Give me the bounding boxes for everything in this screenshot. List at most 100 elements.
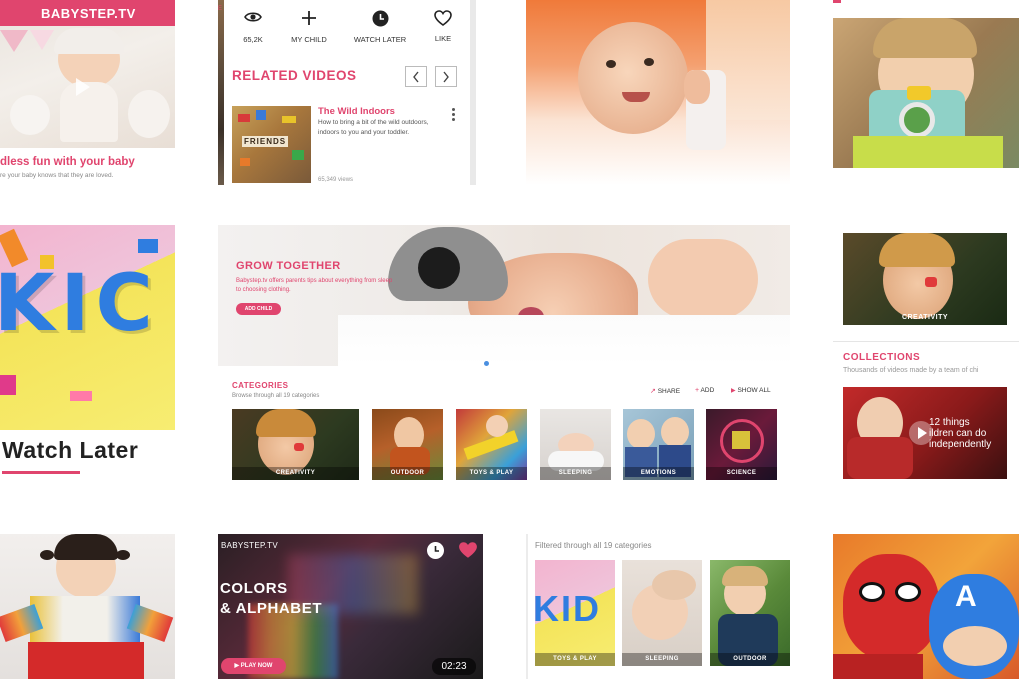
like-icon[interactable] — [458, 541, 478, 564]
tile-caption: dless fun with your baby — [0, 156, 135, 168]
related-video-views: 65,349 views — [318, 177, 354, 183]
baby-hat-photo — [0, 0, 175, 148]
plus-icon — [302, 11, 316, 25]
recommended-label: TOYS & PLAY — [535, 653, 615, 666]
collection-video[interactable]: 12 things ildren can do independently — [843, 387, 1007, 479]
add-icon: + — [695, 387, 700, 394]
recommended-toys-play[interactable]: KID TOYS & PLAY — [535, 560, 615, 666]
category-label: EMOTIONS — [623, 467, 694, 480]
share-link[interactable]: ↗ SHARE — [650, 387, 680, 395]
add-link[interactable]: + ADD — [695, 387, 714, 394]
player-brand: BABYSTEP.TV — [221, 541, 278, 550]
categories-subtitle: Browse through all 19 categories — [232, 393, 320, 399]
category-toys-play[interactable]: TOYS & PLAY — [456, 409, 527, 480]
creativity-card[interactable]: CREATIVITY — [843, 233, 1007, 325]
recommended-letters: KID — [535, 588, 601, 629]
carousel-dots[interactable] — [484, 353, 516, 371]
left-thumb-strip — [218, 0, 224, 185]
tile-watch-later: KIC Watch Later — [0, 225, 175, 485]
tile-baby-peeking — [526, 0, 790, 185]
action-views-label: 65,2K — [243, 35, 263, 44]
spiderman-mask — [843, 554, 939, 660]
video-duration: 02:23 — [432, 658, 476, 675]
recommended-label: OUTDOOR — [710, 653, 790, 666]
hero-title: GROW TOGETHER — [236, 260, 341, 272]
watch-later-underline — [2, 471, 80, 474]
category-emotions[interactable]: EMOTIONS — [623, 409, 694, 480]
heart-icon — [459, 542, 477, 558]
panel-border — [470, 0, 476, 185]
collections-title: COLLECTIONS — [843, 352, 921, 363]
category-label: OUTDOOR — [372, 467, 443, 480]
category-label: SLEEPING — [540, 467, 611, 480]
play-now-button[interactable]: ▶ PLAY NOW — [221, 658, 286, 674]
show-all-label: SHOW ALL — [737, 387, 771, 394]
lego-letters: KIC — [0, 259, 159, 349]
categories-title: CATEGORIES — [232, 381, 289, 390]
clock-icon — [372, 10, 388, 27]
related-video-title[interactable]: The Wild Indoors — [318, 106, 395, 117]
tile-baby-hat: BABYSTEP.TV dless fun with your baby re … — [0, 0, 175, 185]
clock-icon — [434, 546, 439, 552]
lego-photo: KIC — [0, 225, 175, 430]
add-child-button[interactable]: ADD CHILD — [236, 303, 281, 315]
action-like-label: LIKE — [434, 34, 452, 43]
add-label: ADD — [700, 387, 715, 394]
watch-later-icon[interactable] — [427, 542, 444, 559]
collections-subtitle: Thousands of videos made by a team of ch… — [843, 367, 979, 374]
tile-video-player: BABYSTEP.TV COLORS & ALPHABET ▶ PLAY NOW… — [218, 534, 483, 679]
share-label: SHARE — [657, 388, 681, 395]
recommended-sleeping[interactable]: SLEEPING — [622, 560, 702, 666]
recommended-subtitle: Filtered through all 19 categories — [535, 541, 652, 550]
carousel-dot[interactable] — [493, 361, 498, 366]
category-sleeping[interactable]: SLEEPING — [540, 409, 611, 480]
category-outdoor[interactable]: OUTDOOR — [372, 409, 443, 480]
hero-subtitle: Babystep.tv offers parents tips about ev… — [236, 278, 393, 293]
boy-camera-photo — [833, 18, 1019, 168]
brand-logo: BABYSTEP.TV — [41, 6, 136, 21]
category-label: CREATIVITY — [232, 467, 359, 480]
related-video-description: How to bring a bit of the wild outdoors,… — [318, 119, 429, 136]
recommended-label: SLEEPING — [622, 653, 702, 666]
carousel-dot[interactable] — [502, 361, 507, 366]
carousel-dot[interactable] — [511, 361, 516, 366]
play-icon: ▶ — [234, 663, 240, 669]
player-title-line1: COLORS — [220, 580, 288, 597]
category-science[interactable]: SCIENCE — [706, 409, 777, 480]
play-icon: ▶ — [731, 388, 736, 394]
baby-peeking-face — [578, 22, 688, 134]
creativity-card-label: CREATIVITY — [901, 314, 949, 321]
category-creativity[interactable]: CREATIVITY — [232, 409, 359, 480]
related-video-thumb[interactable]: FRIENDS — [232, 106, 311, 183]
action-watch-later[interactable]: WATCH LATER — [350, 10, 410, 44]
action-watch-later-label: WATCH LATER — [353, 35, 407, 44]
heart-icon — [434, 10, 452, 26]
collection-video-title: 12 things ildren can do independently — [929, 417, 992, 450]
tile-superheroes: A — [833, 534, 1019, 679]
tile-collections: CREATIVITY COLLECTIONS Thousands of vide… — [833, 225, 1019, 485]
play-overlay-icon[interactable] — [76, 78, 90, 96]
action-my-child[interactable]: MY CHILD — [286, 10, 332, 44]
prev-button[interactable] — [405, 66, 427, 87]
chevron-left-icon — [413, 71, 419, 83]
tile-girl-hanbok — [0, 534, 175, 679]
show-all-link[interactable]: ▶ SHOW ALL — [731, 387, 771, 394]
related-videos-title: RELATED VIDEOS — [232, 68, 357, 83]
chevron-right-icon — [443, 71, 449, 83]
tile-subcaption: re your baby knows that they are loved. — [0, 172, 114, 179]
next-button[interactable] — [435, 66, 457, 87]
action-like[interactable]: LIKE — [426, 10, 460, 43]
more-options-icon[interactable] — [452, 108, 456, 124]
tile-player-panel: E 65,2K MY CHILD WATCH LATER LIKE RELATE… — [218, 0, 476, 185]
hero-banner: GROW TOGETHER Babystep.tv offers parents… — [218, 225, 790, 366]
friends-letters: FRIENDS — [242, 136, 289, 147]
play-now-label: PLAY NOW — [240, 663, 273, 669]
carousel-dot-active[interactable] — [484, 361, 489, 366]
category-label: SCIENCE — [706, 467, 777, 480]
action-views[interactable]: 65,2K — [238, 10, 268, 44]
tile-recommended: Filtered through all 19 categories KID T… — [526, 534, 790, 679]
action-my-child-label: MY CHILD — [291, 35, 327, 44]
recommended-outdoor[interactable]: OUTDOOR — [710, 560, 790, 666]
player-title-line2: & ALPHABET — [220, 600, 323, 617]
tile-boy-camera — [833, 0, 1019, 185]
